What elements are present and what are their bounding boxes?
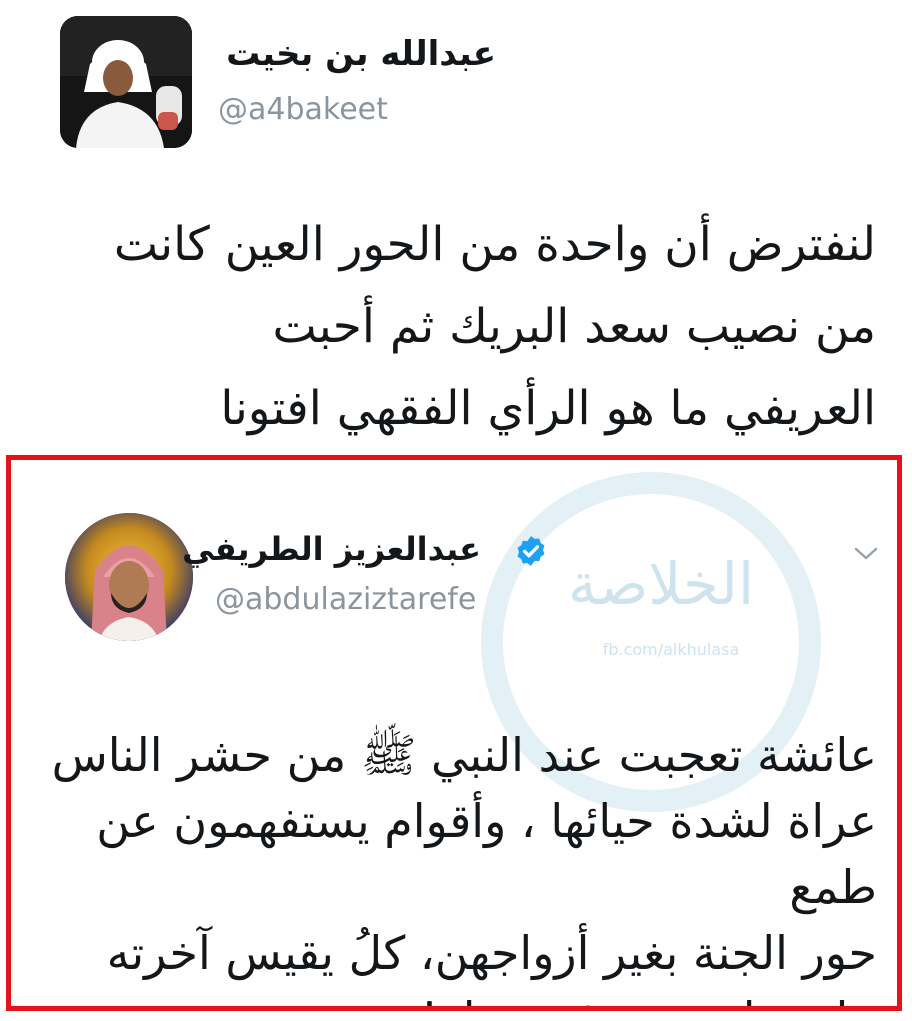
watermark-url: fb.com/alkhulasa — [602, 640, 740, 659]
avatar[interactable] — [65, 513, 193, 641]
profile-photo-icon — [60, 16, 192, 148]
tweet-card-1: عبدالله بن بخيت @a4bakeet لنفترض أن واحد… — [0, 0, 912, 450]
tweet-text-line: العريفي ما هو الرأي الفقهي افتونا — [220, 381, 876, 436]
tweet-text: لنفترض أن واحدة من الحور العين كانت من ن… — [56, 204, 876, 450]
tweet-text-line: عراة لشدة حيائها ، وأقوام يستفهمون عن طم… — [96, 794, 877, 914]
display-name[interactable]: عبدالعزيز الطريفي — [182, 530, 481, 568]
tweet-card-2-highlighted: الخلاصة fb.com/alkhulasa عبدالعزيز الطري… — [6, 455, 902, 1011]
tweet-text-line: على ما يعيشه في دنياه! — [27, 986, 877, 1006]
avatar[interactable] — [60, 16, 192, 148]
tweet-text: عائشة تعجبت عند النبي ﷺ من حشر الناس عرا… — [27, 722, 877, 1006]
verified-badge-icon — [517, 536, 545, 566]
tweet-text-line: عائشة تعجبت عند النبي ﷺ من حشر الناس — [51, 728, 877, 782]
tweet-text-line: من نصيب سعد البريك ثم أحبت — [272, 299, 876, 354]
tweet-text-line: لنفترض أن واحدة من الحور العين كانت — [113, 217, 876, 272]
chevron-down-icon[interactable] — [853, 546, 879, 562]
user-handle[interactable]: @abdulaziztarefe — [215, 582, 476, 617]
watermark-text: الخلاصة — [567, 550, 755, 618]
profile-photo-icon — [65, 513, 193, 641]
display-name[interactable]: عبدالله بن بخيت — [226, 34, 496, 74]
user-handle[interactable]: @a4bakeet — [218, 92, 388, 127]
tweet-text-line: حور الجنة بغير أزواجهن، كلُ يقيس آخرته — [106, 926, 877, 980]
